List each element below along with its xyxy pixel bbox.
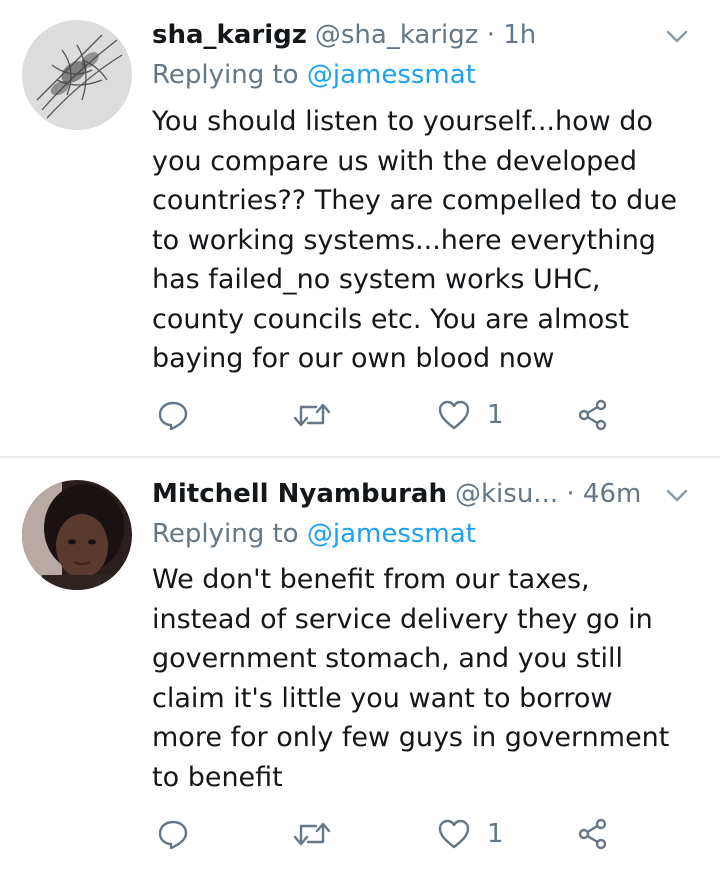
retweet-button[interactable] — [292, 395, 332, 435]
separator: · — [486, 20, 495, 50]
tweet-text-line: to benefit — [152, 761, 283, 793]
tweet[interactable]: sha_karigz @sha_karigz · 1h Replying to @… — [0, 0, 720, 458]
tweet-actions: 1 — [152, 395, 622, 435]
reply-icon — [158, 401, 188, 431]
like-count: 1 — [487, 819, 504, 849]
separator: · — [566, 479, 575, 509]
display-name[interactable]: Mitchell Nyamburah — [152, 479, 447, 509]
share-icon — [578, 399, 607, 431]
timestamp[interactable]: 46m — [583, 479, 641, 509]
avatar-image — [22, 20, 132, 130]
replying-to: Replying to @jamessmat — [152, 57, 476, 93]
tweet-text-line: We don't benefit from our taxes, — [152, 564, 590, 595]
tweet-text: We don't benefit from our taxes, instead… — [152, 560, 697, 797]
share-button[interactable] — [576, 814, 610, 854]
avatar[interactable] — [22, 20, 132, 130]
tweet-text-line: You should listen to yourself...how do — [152, 106, 653, 137]
replying-label: Replying to — [152, 519, 299, 549]
reply-button[interactable] — [156, 814, 190, 854]
like-button[interactable]: 1 — [437, 814, 504, 854]
tweet-text-line: baying for our own blood now — [152, 343, 555, 374]
share-icon — [578, 818, 607, 850]
avatar[interactable] — [22, 480, 132, 590]
like-button[interactable]: 1 — [437, 395, 504, 435]
tweet-text-line: to working systems...here everything — [152, 224, 656, 256]
reply-icon — [158, 820, 188, 850]
tweet-text-line: you compare us with the developed — [152, 145, 638, 177]
tweet-text-line: instead of service delivery they go in — [152, 603, 653, 635]
tweet-header: sha_karigz @sha_karigz · 1h — [152, 17, 700, 53]
chevron-down-icon[interactable] — [662, 21, 692, 51]
heart-icon — [438, 400, 470, 430]
tweet[interactable]: Mitchell Nyamburah @kisu... · 46m Replyin… — [0, 458, 720, 875]
display-name[interactable]: sha_karigz — [152, 20, 307, 50]
retweet-icon — [293, 822, 331, 846]
replying-label: Replying to — [152, 60, 299, 90]
heart-icon — [438, 819, 470, 849]
retweet-icon — [293, 403, 331, 427]
reply-button[interactable] — [156, 395, 190, 435]
tweet-text: You should listen to yourself...how do y… — [152, 102, 697, 379]
mention-link[interactable]: @jamessmat — [307, 60, 476, 90]
tweet-text-line: countries?? They are compelled to due — [152, 185, 678, 216]
tweet-text-line: has failed_no system works UHC, — [152, 264, 601, 295]
tweet-text-line: claim it's little you want to borrow — [152, 682, 613, 714]
like-count: 1 — [487, 400, 504, 430]
mention-link[interactable]: @jamessmat — [307, 519, 476, 549]
timestamp[interactable]: 1h — [503, 20, 536, 50]
replying-to: Replying to @jamessmat — [152, 516, 476, 552]
retweet-button[interactable] — [292, 814, 332, 854]
tweet-text-line: more for only few guys in government — [152, 722, 670, 753]
share-button[interactable] — [576, 395, 610, 435]
user-handle[interactable]: @sha_karigz — [315, 20, 479, 50]
tweet-actions: 1 — [152, 814, 622, 854]
tweet-header: Mitchell Nyamburah @kisu... · 46m — [152, 476, 700, 512]
tweet-text-line: county councils etc. You are almost — [152, 303, 629, 335]
avatar-image — [22, 480, 132, 590]
chevron-down-icon[interactable] — [662, 480, 692, 510]
tweet-text-line: government stomach, and you still — [152, 643, 624, 674]
user-handle[interactable]: @kisu... — [455, 479, 558, 509]
